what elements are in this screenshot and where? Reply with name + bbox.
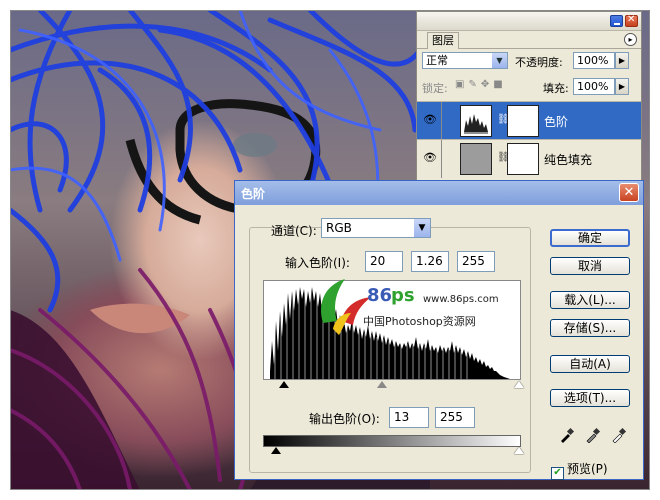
close-icon[interactable]: ✕ bbox=[619, 183, 639, 202]
blend-mode-value: 正常 bbox=[426, 54, 448, 67]
channel-label: 通道(C): bbox=[271, 224, 317, 238]
solid-fill-icon bbox=[460, 143, 492, 175]
input-gamma-field[interactable]: 1.26 bbox=[411, 251, 449, 272]
lock-move-icon[interactable]: ✥ bbox=[481, 79, 493, 90]
levels-adjustment-icon bbox=[460, 105, 492, 137]
output-gradient-bar bbox=[263, 435, 521, 447]
opacity-arrow-icon[interactable]: ▶ bbox=[615, 52, 629, 69]
layer-row-solid-fill[interactable]: 👁 ⛓ 纯色填充 bbox=[417, 139, 641, 178]
preview-label: 预览(P) bbox=[567, 462, 608, 476]
layer-mask-thumbnail[interactable] bbox=[507, 105, 539, 137]
dialog-title: 色阶 bbox=[241, 187, 266, 201]
opacity-label: 不透明度: bbox=[515, 56, 563, 69]
watermark: 86 ps www.86ps.com 中国Photoshop资源网 bbox=[319, 279, 519, 351]
input-levels-label: 输入色阶(I): bbox=[285, 256, 350, 270]
layer-name: 色阶 bbox=[544, 115, 569, 129]
fill-input[interactable]: 100% bbox=[573, 78, 615, 95]
lock-label: 锁定: bbox=[422, 82, 448, 95]
chevron-down-icon[interactable]: ▼ bbox=[414, 219, 430, 237]
output-black-field[interactable]: 13 bbox=[389, 407, 429, 428]
watermark-logo bbox=[321, 279, 371, 335]
watermark-number: 86 bbox=[367, 285, 393, 306]
channel-select[interactable]: RGB ▼ bbox=[321, 218, 431, 238]
watermark-ps: ps bbox=[391, 285, 415, 306]
input-white-field[interactable]: 255 bbox=[457, 251, 495, 272]
panel-menu-icon[interactable]: ▸ bbox=[624, 33, 637, 46]
lock-transparency-icon[interactable]: ▣ bbox=[455, 79, 468, 90]
white-eyedropper-icon[interactable] bbox=[611, 427, 627, 443]
watermark-url: www.86ps.com bbox=[423, 294, 499, 305]
load-button[interactable]: 载入(L)... bbox=[550, 291, 630, 309]
layers-tab-row: 图层 ▸ bbox=[417, 30, 641, 49]
ok-button[interactable]: 确定 bbox=[550, 229, 630, 247]
fill-label: 填充: bbox=[543, 82, 569, 95]
black-eyedropper-icon[interactable] bbox=[559, 427, 575, 443]
auto-button[interactable]: 自动(A) bbox=[550, 355, 630, 373]
layers-panel: 图层 ▸ 正常 ▼ 不透明度: 100% ▶ 锁定: ▣✎✥■ 填充: 100%… bbox=[416, 11, 642, 195]
levels-dialog: 色阶 ✕ 通道(C): RGB ▼ 输入色阶(I): 20 1.26 255 8… bbox=[234, 180, 644, 480]
input-white-slider[interactable] bbox=[514, 381, 524, 388]
checkmark-icon[interactable]: ✔ bbox=[551, 467, 564, 480]
layer-name: 纯色填充 bbox=[544, 153, 593, 167]
fill-arrow-icon[interactable]: ▶ bbox=[615, 78, 629, 95]
eye-icon[interactable]: 👁 bbox=[422, 151, 438, 165]
watermark-site: 中国Photoshop资源网 bbox=[363, 315, 476, 328]
layers-panel-titlebar[interactable] bbox=[417, 12, 641, 31]
output-white-slider[interactable] bbox=[514, 447, 524, 454]
blend-mode-select[interactable]: 正常 ▼ bbox=[422, 52, 508, 69]
chevron-down-icon[interactable]: ▼ bbox=[492, 53, 507, 68]
close-icon[interactable] bbox=[625, 14, 638, 27]
layer-row-levels[interactable]: 👁 ⛓ 色阶 bbox=[417, 101, 641, 140]
lock-icons[interactable]: ▣✎✥■ bbox=[455, 79, 507, 90]
gray-eyedropper-icon[interactable] bbox=[585, 427, 601, 443]
save-button[interactable]: 存储(S)... bbox=[550, 319, 630, 337]
eye-icon[interactable]: 👁 bbox=[422, 113, 438, 127]
lock-paint-icon[interactable]: ✎ bbox=[468, 79, 480, 90]
preview-checkbox[interactable]: ✔ 预览(P) bbox=[551, 460, 608, 480]
cancel-button[interactable]: 取消 bbox=[550, 257, 630, 275]
output-white-field[interactable]: 255 bbox=[435, 407, 475, 428]
input-black-slider[interactable] bbox=[279, 381, 289, 388]
input-gamma-slider[interactable] bbox=[377, 381, 387, 388]
dialog-titlebar[interactable]: 色阶 ✕ bbox=[235, 181, 643, 205]
layer-mask-thumbnail[interactable] bbox=[507, 143, 539, 175]
tab-layers[interactable]: 图层 bbox=[427, 32, 459, 49]
output-levels-label: 输出色阶(O): bbox=[309, 412, 380, 426]
minimize-icon[interactable] bbox=[610, 15, 623, 27]
input-black-field[interactable]: 20 bbox=[365, 251, 403, 272]
lock-all-icon[interactable]: ■ bbox=[493, 79, 506, 90]
channel-value: RGB bbox=[326, 221, 352, 235]
options-button[interactable]: 选项(T)... bbox=[550, 389, 630, 407]
opacity-input[interactable]: 100% bbox=[573, 52, 615, 69]
output-black-slider[interactable] bbox=[271, 447, 281, 454]
